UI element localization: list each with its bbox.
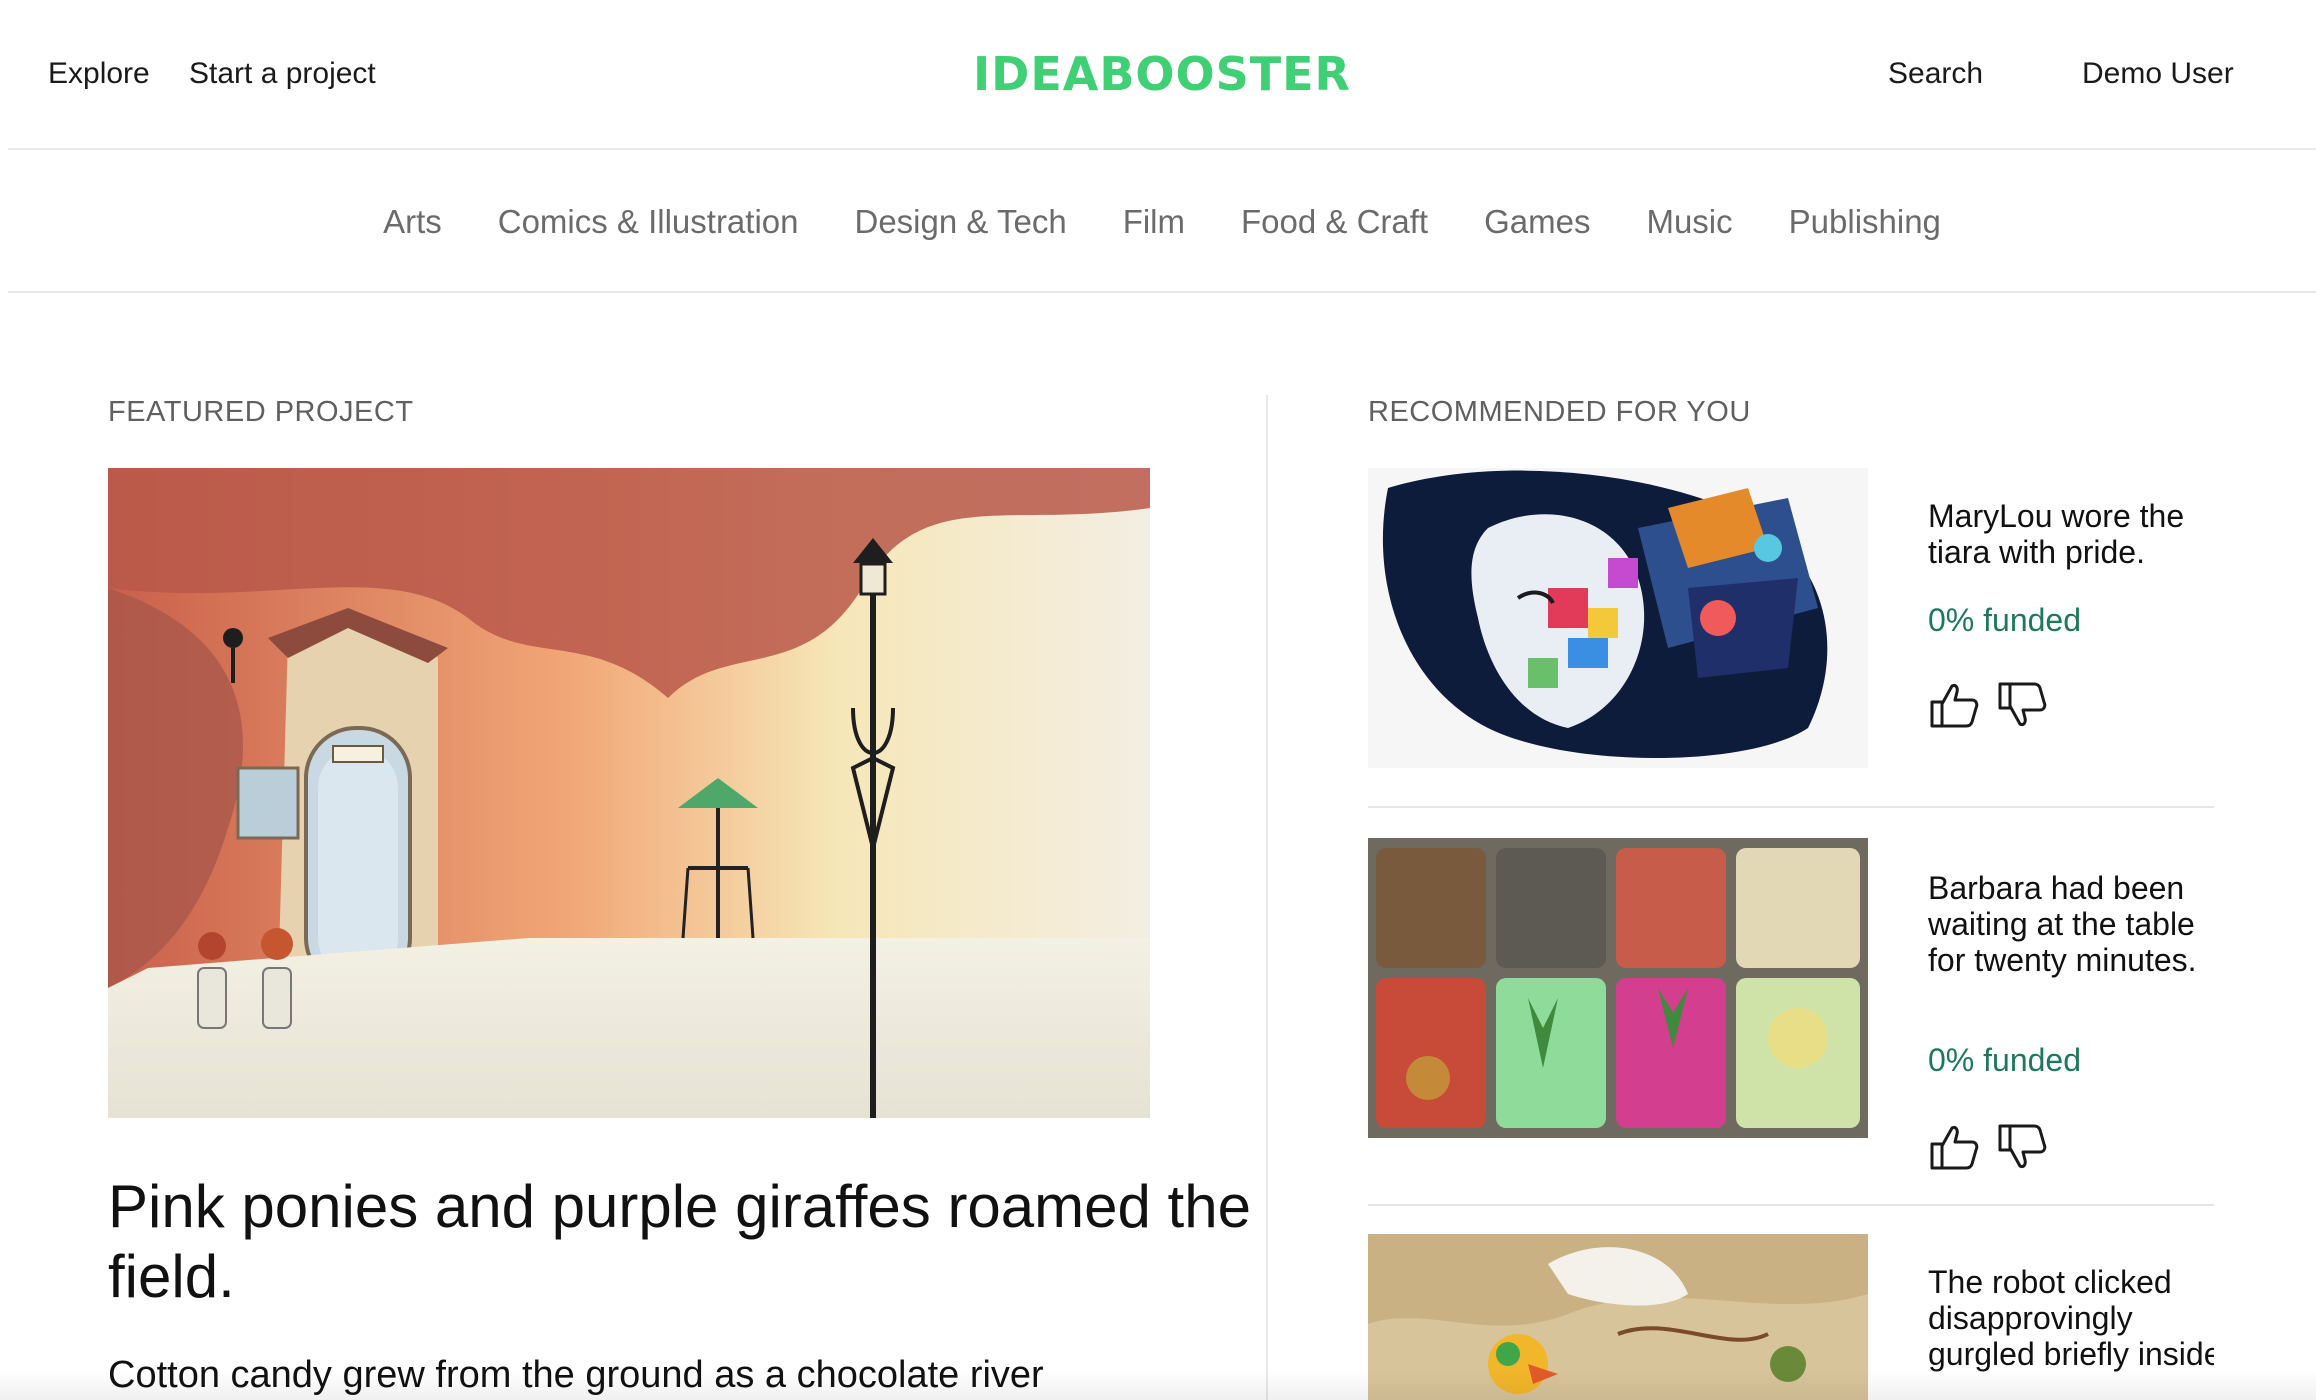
category-design-tech[interactable]: Design & Tech [855, 150, 1067, 293]
category-arts[interactable]: Arts [383, 150, 442, 293]
category-music[interactable]: Music [1646, 150, 1732, 293]
recommended-item: MaryLou wore the tiara with pride. 0% fu… [1368, 468, 2214, 808]
category-comics-illustration[interactable]: Comics & Illustration [498, 150, 799, 293]
recommended-item-title[interactable]: The robot clicked disapprovingly gurgled… [1928, 1264, 2214, 1372]
thumbs-up-icon[interactable] [1926, 676, 1982, 732]
recommended-item-title[interactable]: MaryLou wore the tiara with pride. [1928, 498, 2228, 570]
user-menu[interactable]: Demo User [2082, 54, 2234, 94]
recommended-item: Barbara had been waiting at the table fo… [1368, 838, 2214, 1206]
featured-project-title[interactable]: Pink ponies and purple giraffes roamed t… [108, 1172, 1268, 1312]
category-publishing[interactable]: Publishing [1789, 150, 1941, 293]
category-food-craft[interactable]: Food & Craft [1241, 150, 1428, 293]
featured-section-label: FEATURED PROJECT [108, 396, 414, 428]
recommended-item-image[interactable] [1368, 838, 1868, 1138]
recommended-item: The robot clicked disapprovingly gurgled… [1368, 1234, 2214, 1400]
search-link[interactable]: Search [1888, 54, 1983, 94]
category-navigation: Arts Comics & Illustration Design & Tech Fi… [8, 150, 2316, 293]
recommended-section-label: RECOMMENDED FOR YOU [1368, 396, 1751, 428]
funded-status: 0% funded [1928, 1042, 2082, 1078]
featured-project-blurb: Cotton candy grew from the ground as a c… [108, 1354, 1044, 1396]
category-games[interactable]: Games [1484, 150, 1590, 293]
thumbs-down-icon[interactable] [1994, 678, 2050, 734]
featured-project-image[interactable] [108, 468, 1150, 1118]
top-navigation-bar: Explore Start a project IDEABOOSTER Sear… [8, 0, 2316, 150]
recommended-item-image[interactable] [1368, 468, 1868, 768]
recommended-item-image[interactable] [1368, 1234, 1868, 1400]
funded-status: 0% funded [1928, 602, 2082, 638]
thumbs-up-icon[interactable] [1926, 1118, 1982, 1174]
thumbs-down-icon[interactable] [1994, 1120, 2050, 1176]
recommended-item-title[interactable]: Barbara had been waiting at the table fo… [1928, 870, 2228, 978]
category-film[interactable]: Film [1123, 150, 1185, 293]
